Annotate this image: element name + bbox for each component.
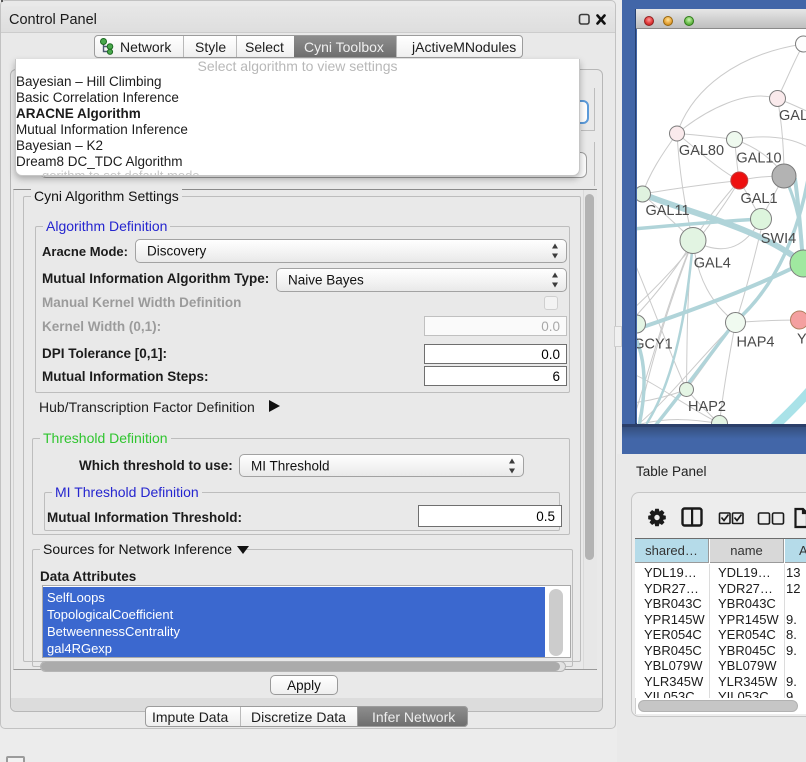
svg-text:GAL7: GAL7 [779,108,806,124]
svg-text:GAL4: GAL4 [694,255,731,271]
svg-text:HAP2: HAP2 [688,399,726,415]
svg-text:GAL1: GAL1 [740,191,777,207]
svg-text:SWI4: SWI4 [761,231,796,247]
svg-text:GAL80: GAL80 [679,143,724,159]
svg-text:Y: Y [797,332,806,348]
svg-text:HAP4: HAP4 [737,335,775,351]
svg-text:GAL10: GAL10 [736,151,781,167]
svg-text:GCY1: GCY1 [637,337,673,353]
svg-text:GAL11: GAL11 [645,203,689,219]
